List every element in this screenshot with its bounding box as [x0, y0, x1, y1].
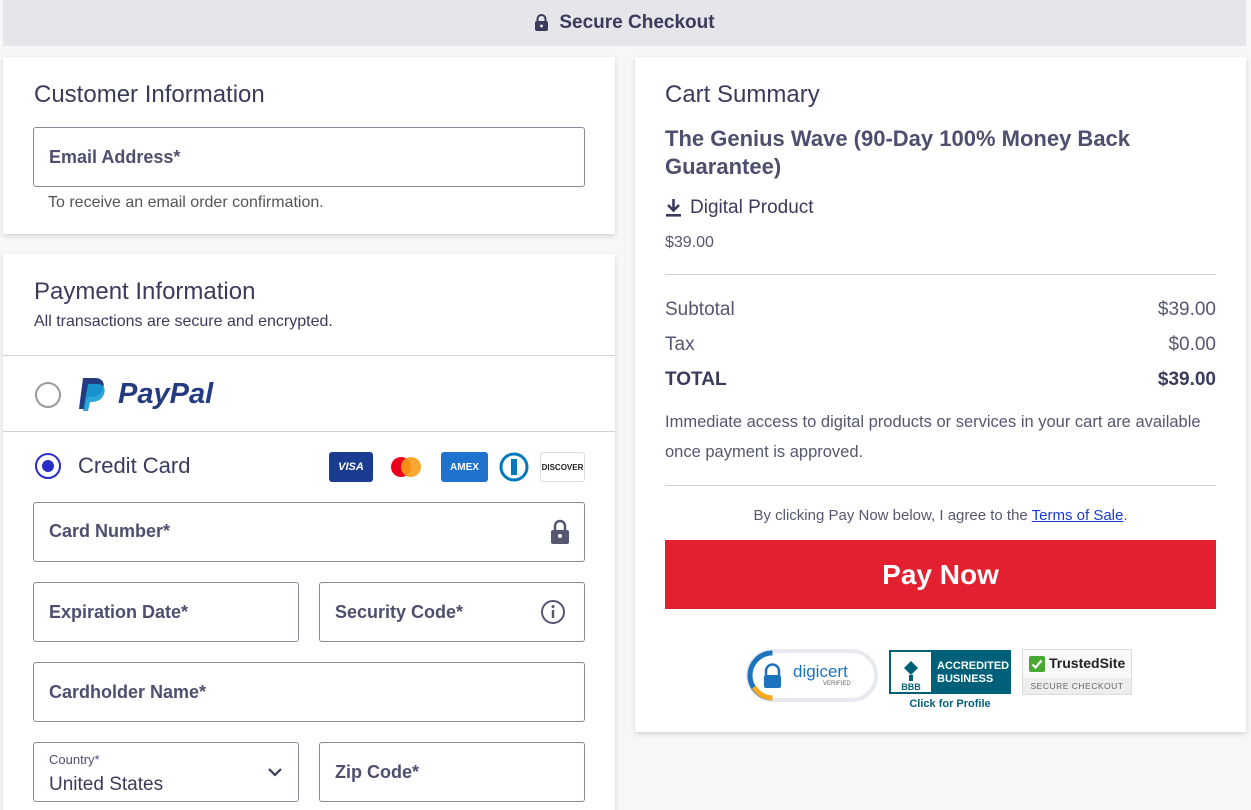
- payment-info-subtitle: All transactions are secure and encrypte…: [34, 313, 333, 330]
- digicert-verified: VERIFIED: [823, 681, 851, 687]
- subtotal-row: Subtotal $39.00: [665, 299, 1216, 321]
- digicert-seal-icon: [747, 650, 781, 701]
- country-select[interactable]: Country* United States: [33, 742, 299, 802]
- bbb-mark: BBB: [901, 682, 921, 692]
- access-note: Immediate access to digital products or …: [665, 413, 1201, 461]
- tax-row: Tax $0.00: [665, 334, 1216, 356]
- bbb-badge[interactable]: BBB ACCREDITED BUSINESS Click for Profil…: [889, 650, 1011, 712]
- chevron-down-icon: [268, 768, 282, 777]
- lock-icon: [551, 519, 569, 544]
- lock-icon: [535, 14, 549, 31]
- visa-icon: VISA: [329, 452, 373, 482]
- digicert-badge[interactable]: digicert VERIFIED: [746, 649, 878, 702]
- mastercard-icon: [384, 452, 428, 482]
- credit-card-radio[interactable]: [35, 453, 61, 479]
- security-code-label: Security Code*: [335, 602, 464, 622]
- paypal-option[interactable]: PayPal: [3, 356, 615, 431]
- divider: [665, 274, 1216, 275]
- customer-information-card: Customer Information Email Address* To r…: [3, 57, 615, 234]
- tax-label: Tax: [665, 334, 695, 355]
- paypal-logo-icon: [79, 378, 105, 411]
- expiration-date-field[interactable]: Expiration Date*: [33, 582, 299, 642]
- secure-checkout-banner: Secure Checkout: [3, 0, 1246, 46]
- product-price: $39.00: [665, 234, 714, 251]
- bbb-flame-icon: [904, 661, 918, 681]
- card-number-field[interactable]: Card Number*: [33, 502, 585, 562]
- divider: [665, 485, 1216, 486]
- total-row: TOTAL $39.00: [665, 369, 1216, 391]
- cardholder-name-field[interactable]: Cardholder Name*: [33, 662, 585, 722]
- total-value: $39.00: [1157, 369, 1216, 390]
- bbb-text: ACCREDITED BUSINESS: [937, 660, 1009, 686]
- cart-summary-card: Cart Summary The Genius Wave (90-Day 100…: [635, 57, 1246, 732]
- terms-agreement-text: By clicking Pay Now below, I agree to th…: [753, 507, 1032, 524]
- email-hint: To receive an email order confirmation.: [48, 194, 324, 211]
- subtotal-label: Subtotal: [665, 299, 735, 320]
- payment-info-title: Payment Information: [34, 278, 256, 305]
- credit-card-label: Credit Card: [78, 453, 191, 478]
- paypal-radio[interactable]: [35, 382, 61, 408]
- email-field[interactable]: Email Address*: [33, 127, 585, 187]
- tax-value: $0.00: [1168, 334, 1216, 355]
- trustedsite-badge[interactable]: TrustedSite SECURE CHECKOUT: [1022, 649, 1132, 695]
- zip-code-label: Zip Code*: [335, 762, 419, 782]
- checkmark-icon: [1029, 656, 1045, 672]
- bbb-torch-icon: BBB: [891, 652, 931, 692]
- product-name: The Genius Wave (90-Day 100% Money Back …: [665, 126, 1131, 179]
- discover-icon: DISCOVER: [540, 452, 585, 482]
- digicert-name: digicert: [793, 662, 848, 681]
- product-type-label: Digital Product: [690, 197, 814, 218]
- terms-agreement-end: .: [1123, 507, 1128, 524]
- terms-of-sale-link[interactable]: Terms of Sale: [1032, 507, 1124, 524]
- cart-summary-title: Cart Summary: [665, 81, 820, 108]
- amex-icon: AMEX: [441, 452, 488, 482]
- expiration-date-label: Expiration Date*: [49, 602, 189, 622]
- total-label: TOTAL: [665, 369, 727, 390]
- banner-title: Secure Checkout: [559, 12, 715, 33]
- bbb-line1: ACCREDITED: [937, 660, 1010, 672]
- bbb-profile-link[interactable]: Click for Profile: [889, 698, 1011, 710]
- zip-code-field[interactable]: Zip Code*: [319, 742, 585, 802]
- payment-information-card: Payment Information All transactions are…: [3, 254, 615, 810]
- security-code-field[interactable]: Security Code*: [319, 582, 585, 642]
- product-type: Digital Product: [665, 197, 814, 219]
- paypal-wordmark: PayPal: [118, 378, 213, 411]
- trustedsite-name: TrustedSite: [1049, 655, 1126, 671]
- bbb-line2: BUSINESS: [937, 673, 994, 685]
- trustedsite-sub: SECURE CHECKOUT: [1023, 678, 1131, 694]
- info-icon[interactable]: [540, 599, 566, 625]
- country-value: United States: [49, 774, 164, 795]
- pay-now-button[interactable]: Pay Now: [665, 540, 1216, 609]
- paypal-label: PayPal: [118, 378, 214, 410]
- customer-info-title: Customer Information: [34, 81, 265, 108]
- cardholder-name-label: Cardholder Name*: [49, 682, 207, 702]
- terms-agreement: By clicking Pay Now below, I agree to th…: [665, 507, 1216, 524]
- email-label: Email Address*: [49, 147, 181, 167]
- diners-club-icon: [498, 452, 530, 482]
- country-label: Country*: [49, 752, 100, 767]
- download-icon: [666, 199, 681, 217]
- card-number-label: Card Number*: [49, 521, 171, 541]
- subtotal-value: $39.00: [1157, 299, 1216, 320]
